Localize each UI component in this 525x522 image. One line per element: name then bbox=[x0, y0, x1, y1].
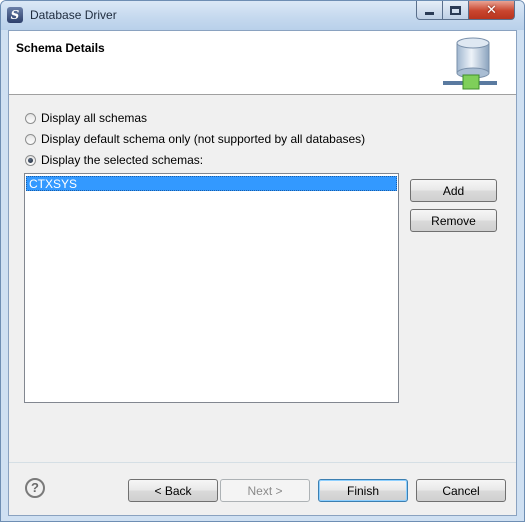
maximize-button[interactable] bbox=[442, 1, 469, 20]
radio-button[interactable] bbox=[25, 154, 36, 166]
radio-label: Display all schemas bbox=[41, 111, 148, 125]
app-logo-icon: S bbox=[7, 7, 23, 23]
minimize-icon bbox=[425, 12, 434, 15]
add-button[interactable]: Add bbox=[410, 179, 497, 202]
finish-button[interactable]: Finish bbox=[318, 479, 408, 502]
help-icon[interactable]: ? bbox=[25, 478, 45, 498]
radio-button[interactable] bbox=[25, 112, 36, 124]
list-item[interactable]: CTXSYS bbox=[26, 176, 397, 191]
next-button[interactable]: Next > bbox=[220, 479, 310, 502]
radio-button[interactable] bbox=[25, 133, 36, 145]
close-button[interactable]: ✕ bbox=[468, 1, 515, 20]
minimize-button[interactable] bbox=[416, 1, 443, 20]
dialog-window: S Database Driver ✕ Schema Details Displ… bbox=[0, 0, 525, 522]
maximize-icon bbox=[450, 5, 461, 15]
dialog-content: Schema Details Display all schemas Displ… bbox=[8, 30, 517, 516]
radio-display-all[interactable]: Display all schemas bbox=[25, 111, 147, 125]
close-icon: ✕ bbox=[486, 2, 497, 18]
radio-display-default[interactable]: Display default schema only (not support… bbox=[25, 132, 365, 146]
radio-label: Display the selected schemas: bbox=[41, 153, 204, 167]
back-button[interactable]: < Back bbox=[128, 479, 218, 502]
title-bar[interactable]: S Database Driver ✕ bbox=[1, 1, 524, 30]
footer-divider bbox=[9, 462, 516, 463]
remove-button[interactable]: Remove bbox=[410, 209, 497, 232]
window-title: Database Driver bbox=[30, 8, 117, 22]
cancel-button[interactable]: Cancel bbox=[416, 479, 506, 502]
radio-label: Display default schema only (not support… bbox=[41, 132, 366, 146]
database-network-icon bbox=[443, 37, 497, 90]
schema-list[interactable]: CTXSYS bbox=[24, 173, 399, 403]
radio-display-selected[interactable]: Display the selected schemas: bbox=[25, 153, 203, 167]
wizard-header: Schema Details bbox=[9, 31, 516, 95]
page-title: Schema Details bbox=[16, 41, 105, 55]
